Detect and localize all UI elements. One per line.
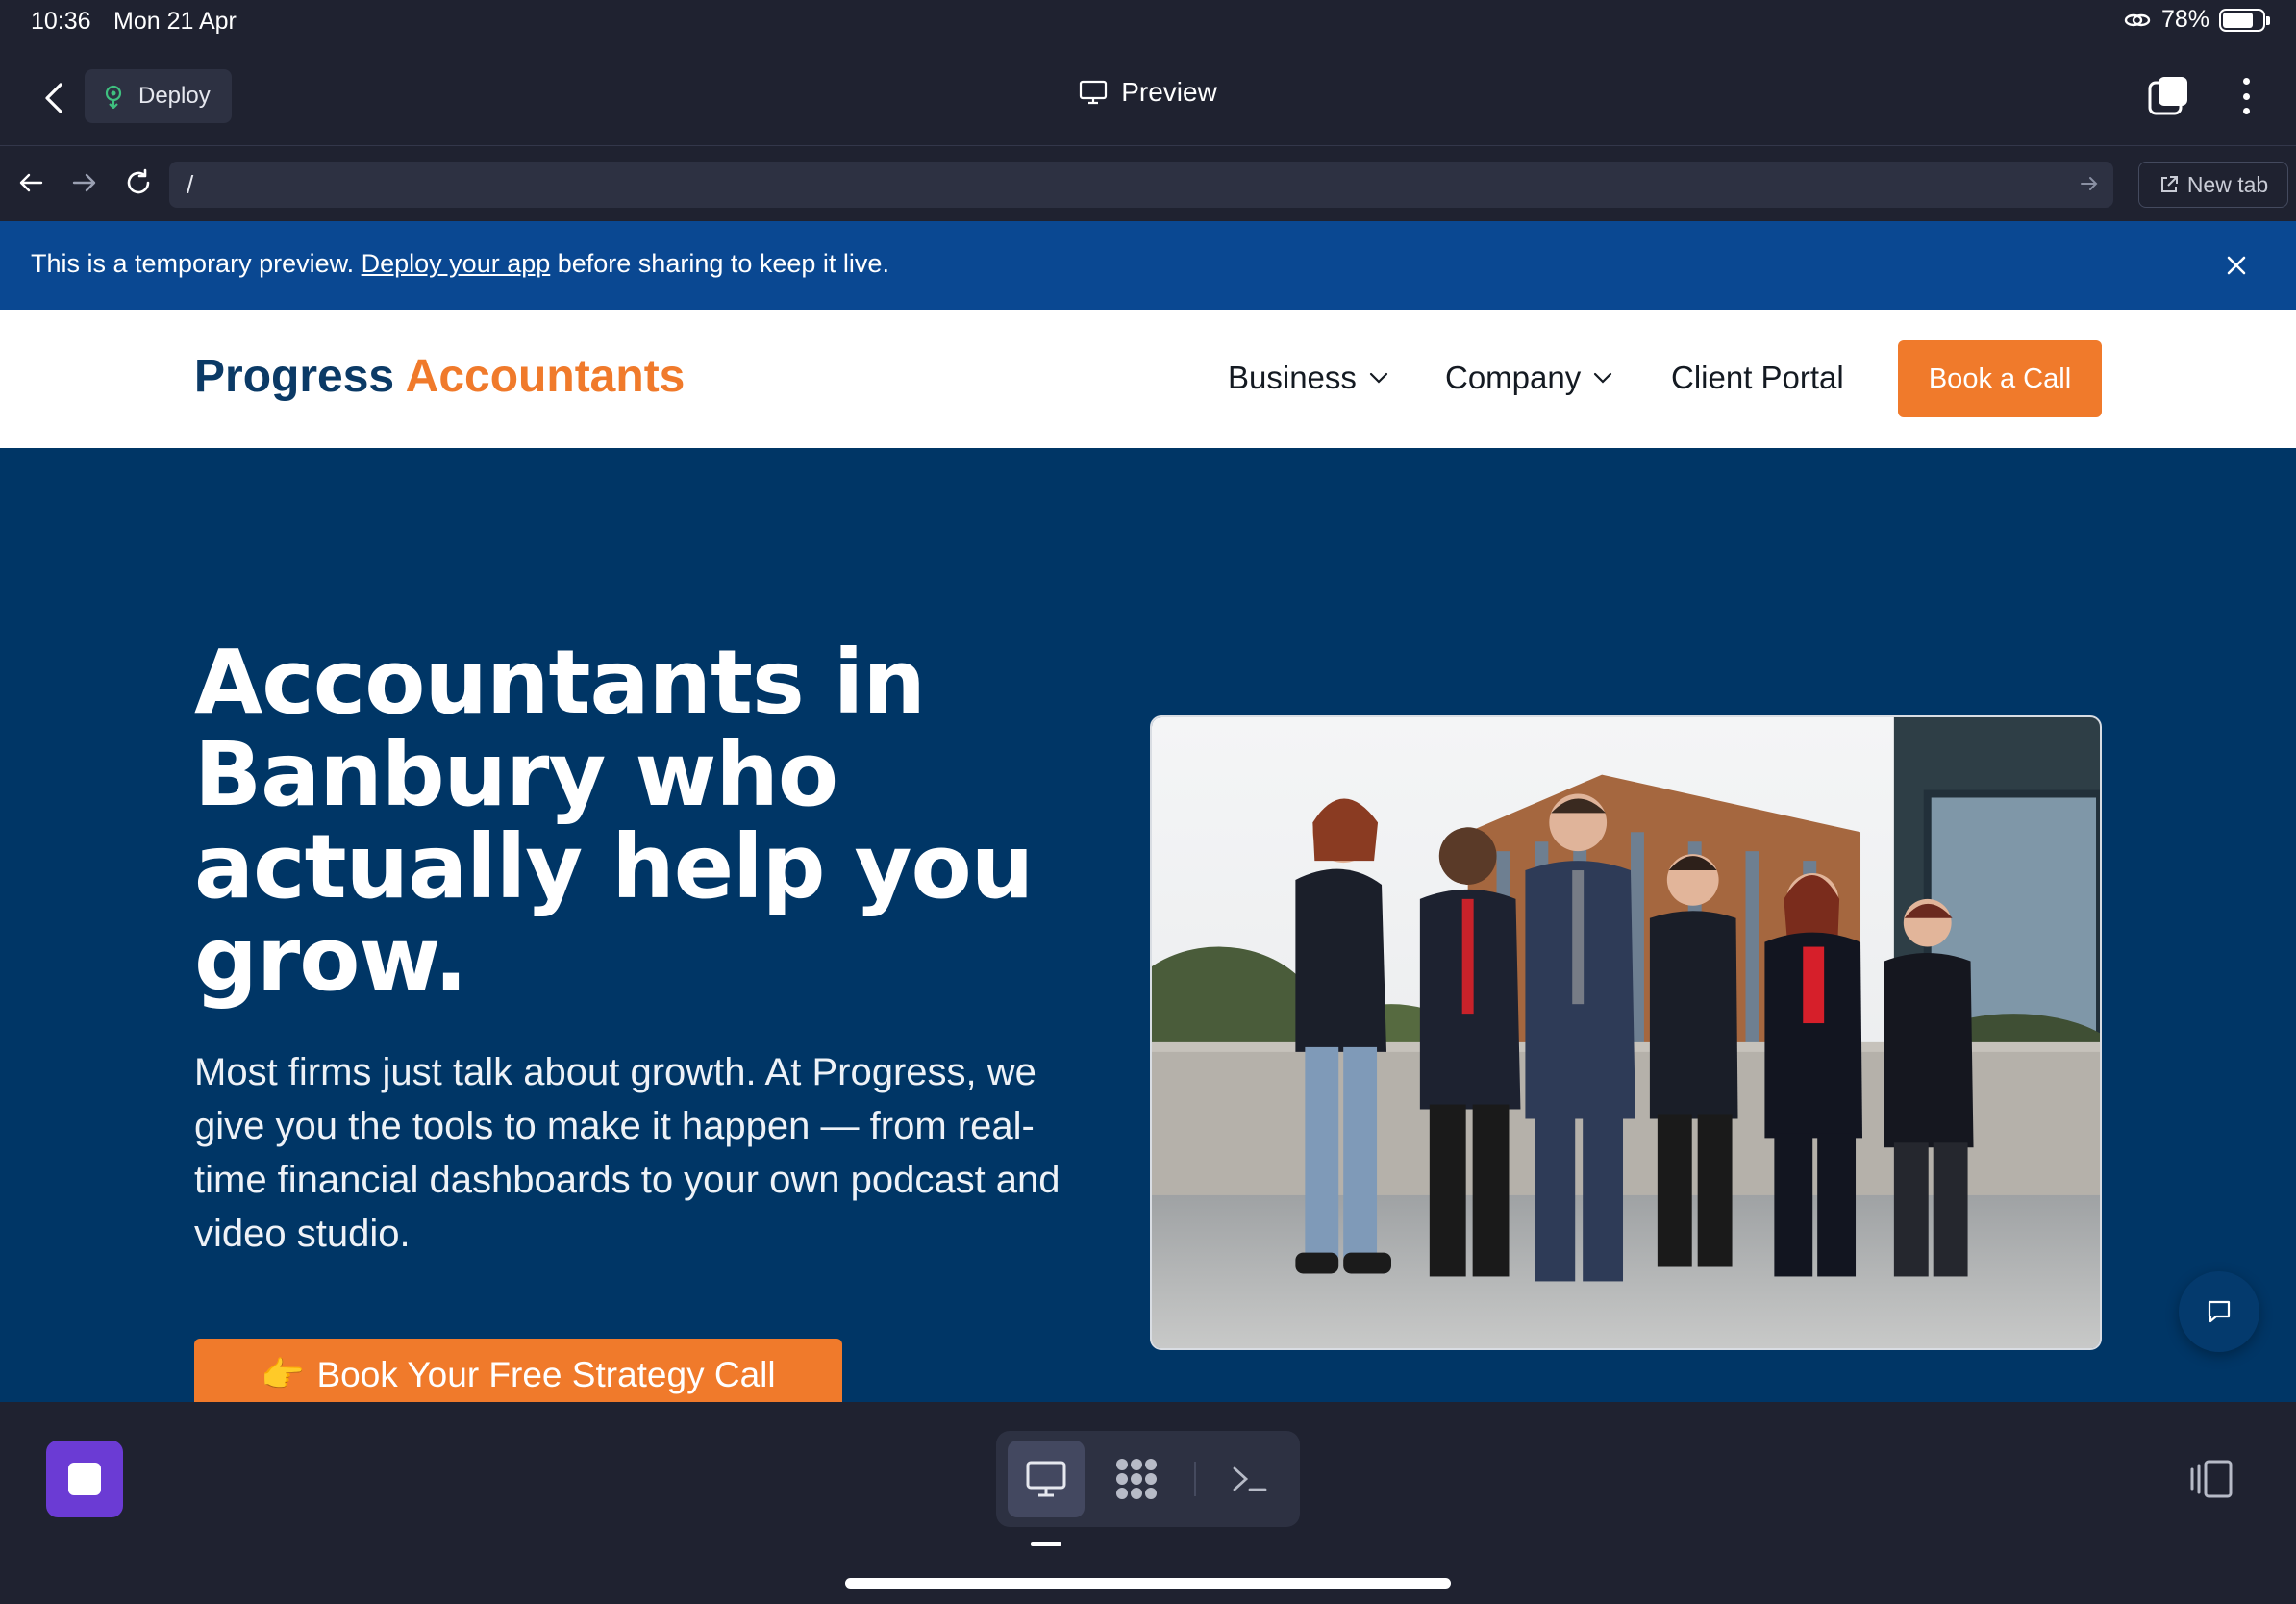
url-path: / [187, 170, 194, 199]
go-arrow-icon[interactable] [2079, 173, 2100, 194]
logo-accent: Accountants [405, 351, 686, 402]
preview-label: Preview [1121, 77, 1217, 107]
nav-business[interactable]: Business [1228, 360, 1389, 396]
hero-subtitle: Most firms just talk about growth. At Pr… [194, 1051, 1061, 1255]
browser-forward-button[interactable] [65, 163, 104, 202]
battery-icon [2219, 8, 2270, 32]
battery-percent: 78% [2160, 6, 2209, 33]
banner-text-prefix: This is a temporary preview. [31, 249, 362, 278]
nav-client-portal-label: Client Portal [1671, 360, 1844, 395]
app-header: Deploy Preview [0, 44, 2296, 146]
status-time: 10:36 [31, 8, 91, 35]
arrow-left-icon [19, 173, 43, 192]
reload-button[interactable] [119, 163, 158, 202]
strategy-call-button[interactable]: 👉 Book Your Free Strategy Call [194, 1339, 842, 1402]
deploy-app-link[interactable]: Deploy your app [362, 249, 551, 278]
website-preview: Progress Accountants Business Company Cl… [0, 310, 2296, 1402]
logo-primary: Progress [194, 351, 395, 402]
hero-title: Accountants in Banbury who actually help… [194, 631, 1034, 1011]
arrow-right-icon [72, 173, 96, 192]
monitor-icon [1026, 1461, 1066, 1497]
status-indicators: 78% [2123, 6, 2270, 34]
strategy-call-label: Book Your Free Strategy Call [316, 1355, 776, 1394]
link-icon [2124, 13, 2151, 26]
status-date: Mon 21 Apr [113, 8, 237, 35]
nav-client-portal[interactable]: Client Portal [1671, 360, 1844, 396]
team-photo [1150, 715, 2102, 1350]
side-panel-icon[interactable] [2188, 1458, 2234, 1500]
view-switcher [996, 1431, 1300, 1527]
tabs-icon[interactable] [2146, 73, 2192, 119]
chevron-down-icon [1594, 372, 1612, 384]
chat-icon [2208, 1300, 2231, 1323]
reload-icon [127, 168, 150, 194]
preview-title: Preview [0, 77, 2296, 108]
close-icon[interactable] [2219, 248, 2254, 283]
more-options-icon[interactable] [2234, 73, 2258, 119]
pointing-hand-icon: 👉 [261, 1354, 306, 1394]
temporary-preview-banner: This is a temporary preview. Deploy your… [0, 221, 2296, 310]
external-link-icon [2160, 176, 2178, 192]
nav-company[interactable]: Company [1445, 360, 1613, 396]
stop-icon [68, 1463, 101, 1495]
url-toolbar: / New tab [0, 146, 2296, 221]
terminal-view-button[interactable] [1211, 1441, 1288, 1517]
home-indicator [845, 1578, 1451, 1589]
terminal-icon [1233, 1466, 1267, 1491]
nav-company-label: Company [1445, 360, 1582, 395]
banner-message: This is a temporary preview. Deploy your… [31, 249, 889, 279]
grid-icon [1116, 1459, 1157, 1499]
preview-view-button[interactable] [1008, 1441, 1085, 1517]
site-logo[interactable]: Progress Accountants [194, 350, 685, 403]
nav-business-label: Business [1228, 360, 1357, 395]
status-bar: 10:36 Mon 21 Apr 78% [0, 0, 2296, 44]
new-tab-button[interactable]: New tab [2138, 162, 2288, 208]
bottom-toolbar [0, 1402, 2296, 1604]
segment-divider [1194, 1462, 1196, 1496]
monitor-icon [1080, 80, 1108, 105]
url-input[interactable]: / [169, 162, 2113, 208]
browser-back-button[interactable] [12, 163, 50, 202]
site-navbar: Progress Accountants Business Company Cl… [0, 310, 2296, 448]
stop-button[interactable] [46, 1441, 123, 1517]
active-view-indicator [1031, 1542, 1061, 1546]
apps-view-button[interactable] [1098, 1441, 1175, 1517]
book-a-call-button[interactable]: Book a Call [1898, 340, 2102, 417]
chat-button[interactable] [2179, 1271, 2259, 1352]
new-tab-label: New tab [2186, 171, 2269, 197]
chevron-down-icon [1369, 372, 1388, 384]
banner-text-suffix: before sharing to keep it live. [550, 249, 889, 278]
